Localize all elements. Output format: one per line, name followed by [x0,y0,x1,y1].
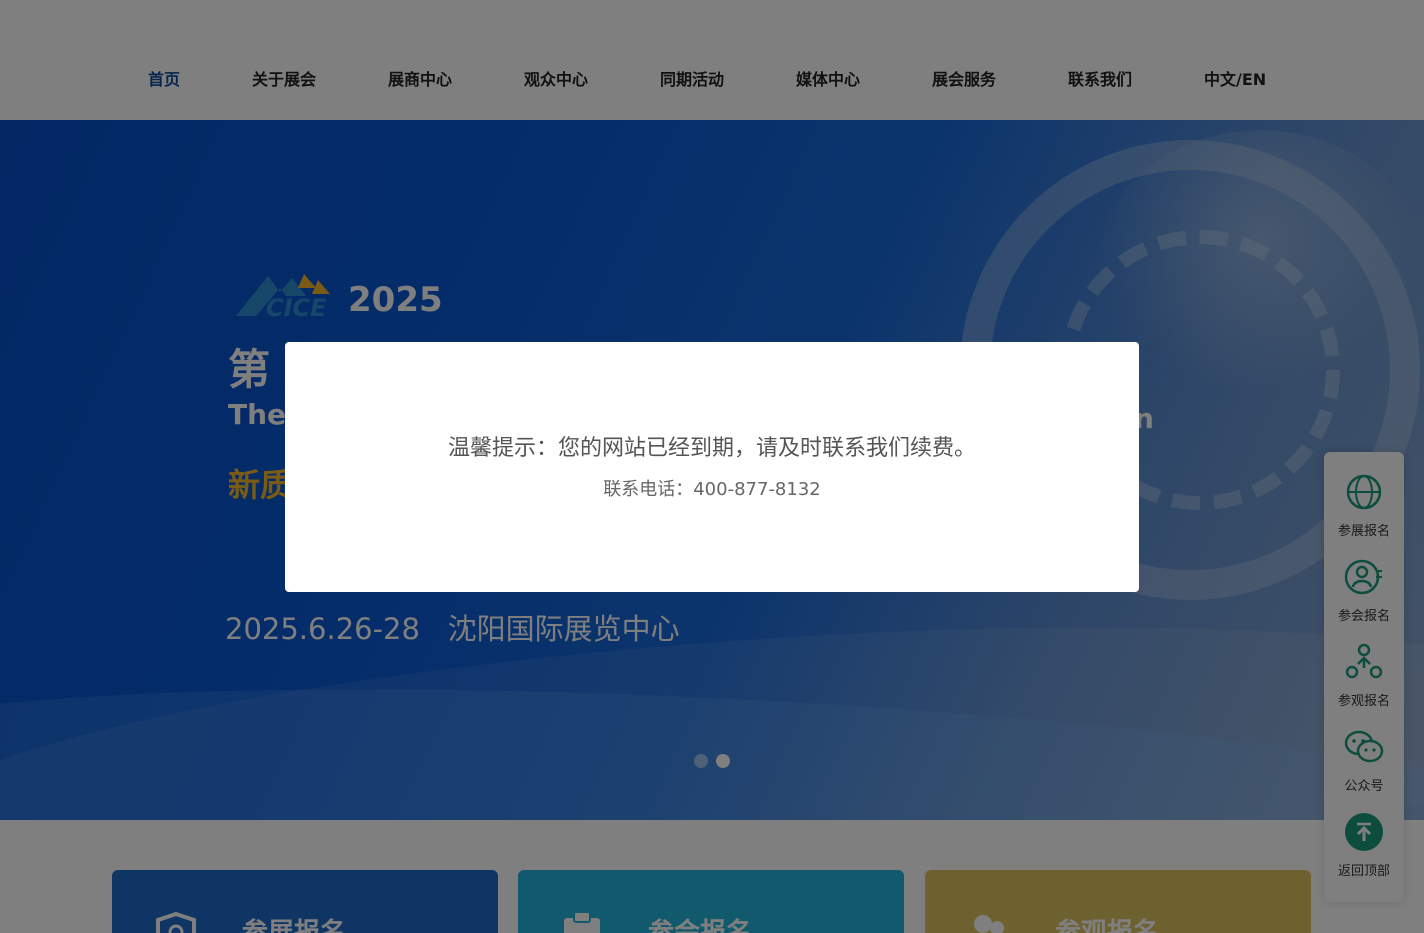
modal-message: 温馨提示：您的网站已经到期，请及时联系我们续费。 [447,436,976,461]
modal-phone: 联系电话：400-877-8132 [603,479,821,500]
expiry-notice-modal: 温馨提示：您的网站已经到期，请及时联系我们续费。 联系电话：400-877-81… [285,342,1139,592]
